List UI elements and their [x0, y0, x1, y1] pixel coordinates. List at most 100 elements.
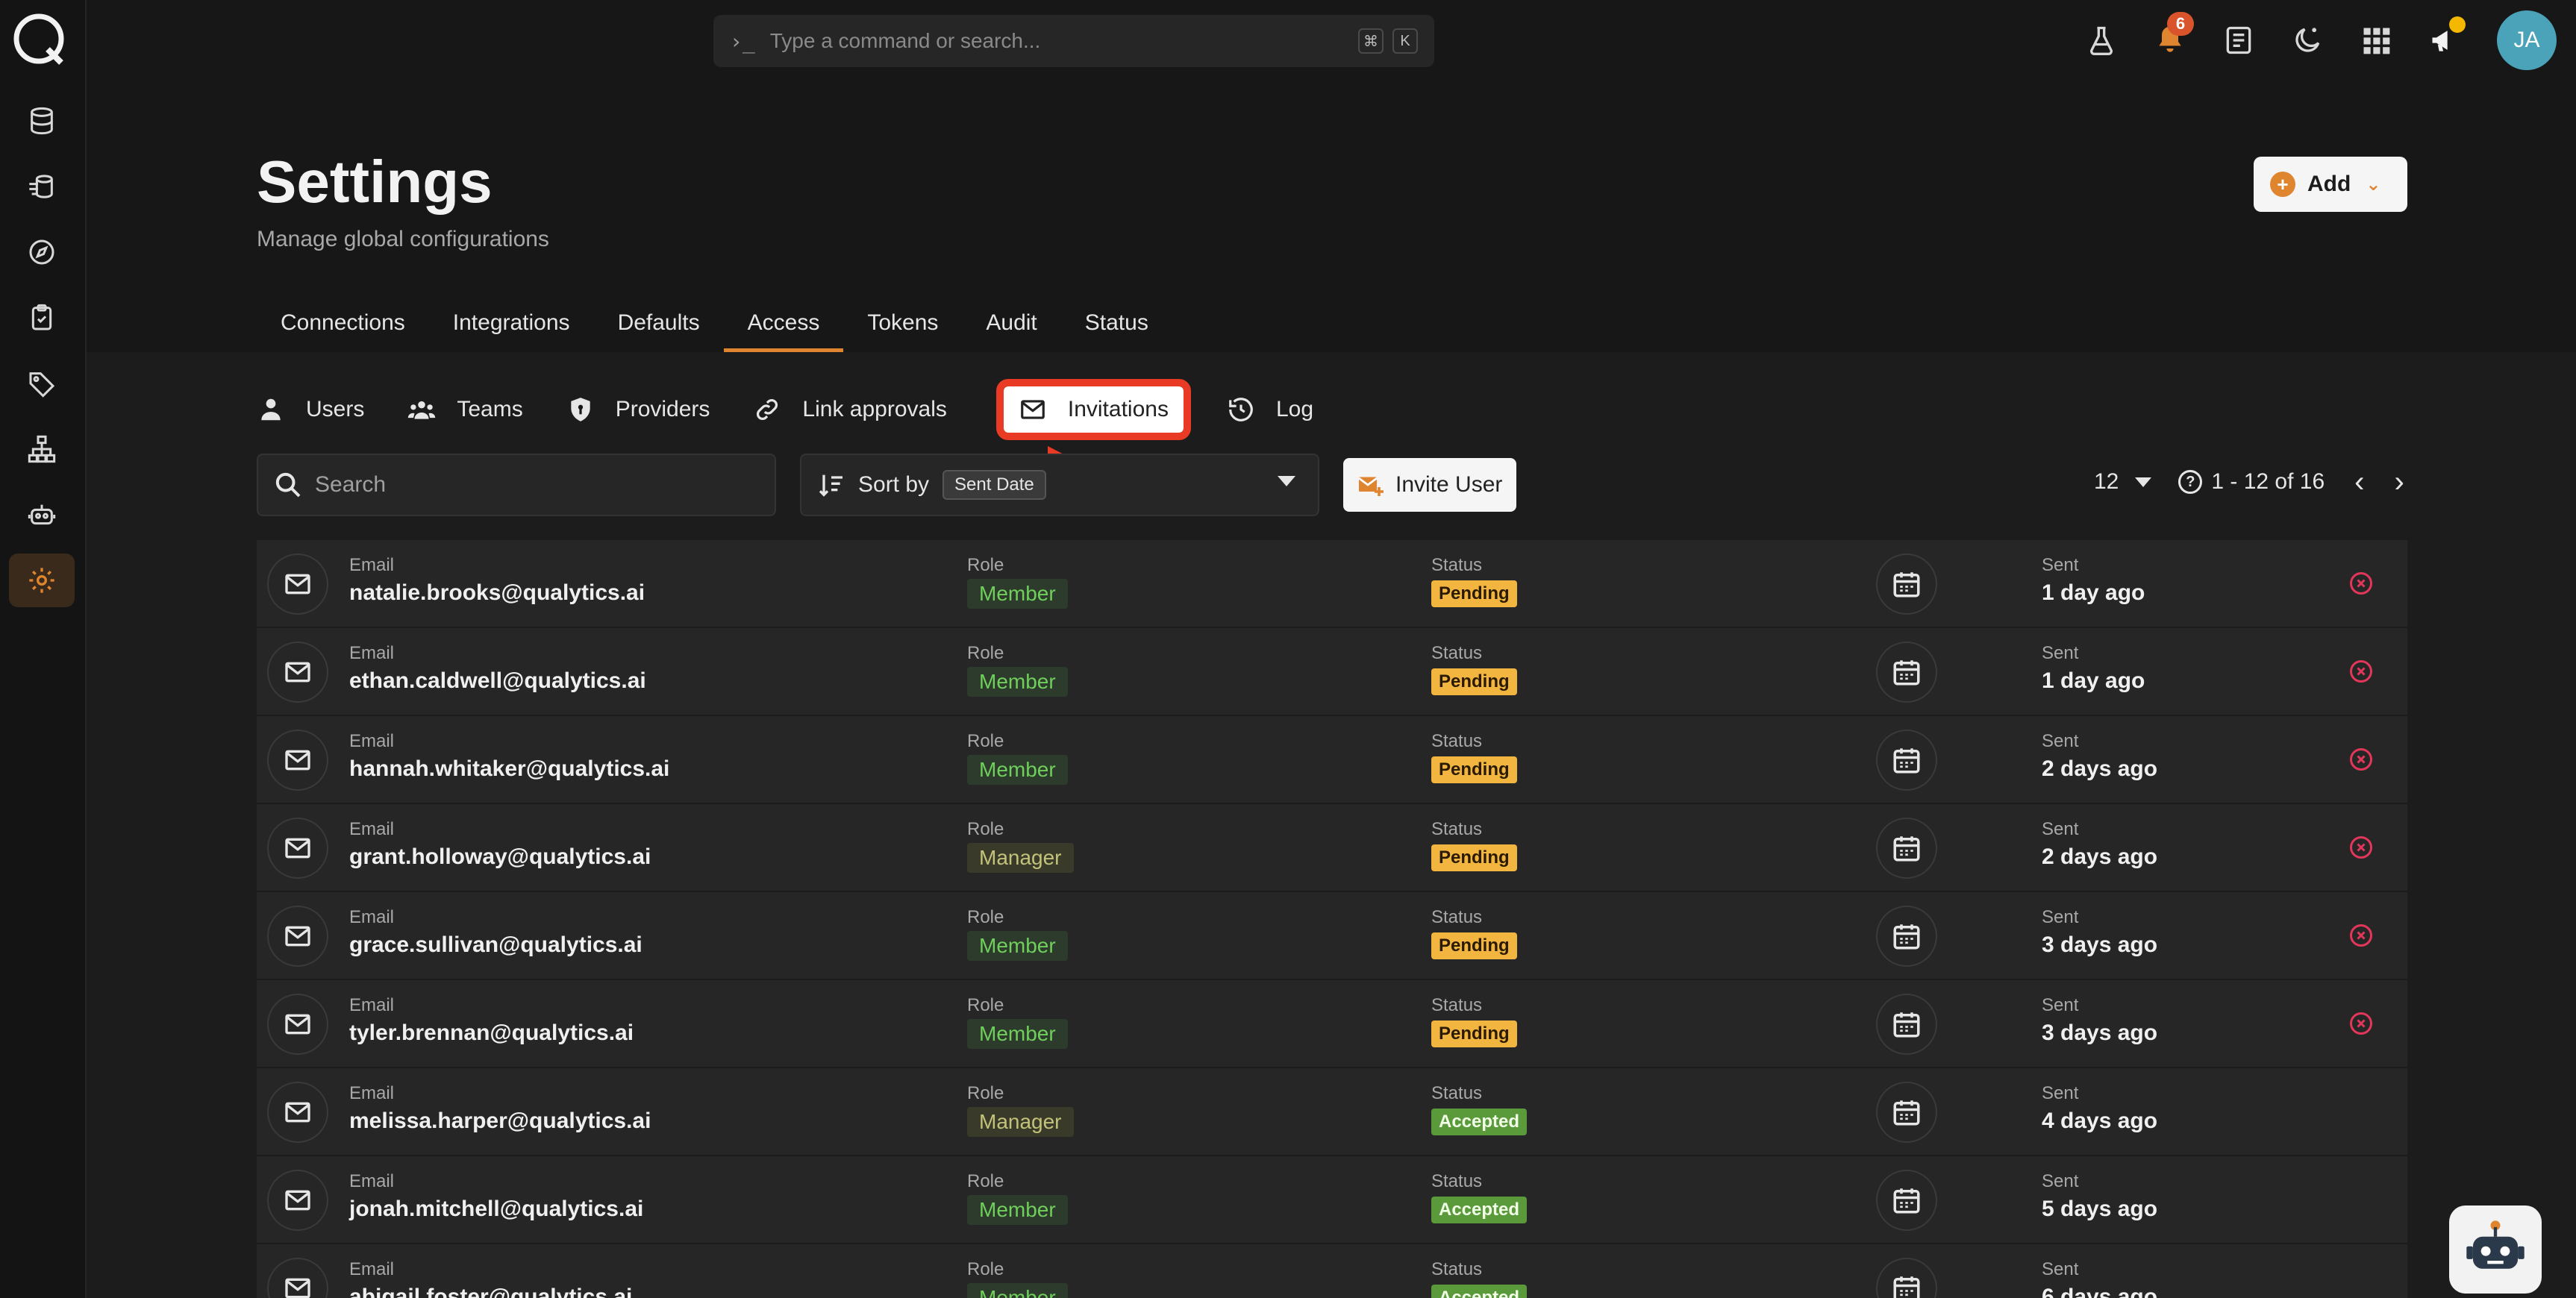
sort-select[interactable]: Sort by Sent Date	[800, 454, 1319, 516]
docs-icon[interactable]	[2216, 18, 2261, 63]
sent-value: 1 day ago	[2042, 580, 2145, 605]
status-label: Status	[1431, 731, 1483, 751]
access-subtabs: Users Teams Providers Link approvals Inv…	[257, 377, 1357, 442]
apps-grid-icon[interactable]	[2354, 18, 2398, 63]
cancel-invitation-icon[interactable]	[2348, 658, 2375, 685]
table-row[interactable]: Email melissa.harper@qualytics.ai Role M…	[257, 1068, 2407, 1156]
invite-user-button[interactable]: Invite User	[1343, 458, 1516, 512]
sent-value: 3 days ago	[2042, 932, 2158, 957]
role-label: Role	[967, 1083, 1004, 1103]
per-page-caret-icon[interactable]	[2135, 477, 2152, 487]
row-mail-icon	[267, 994, 328, 1055]
shield-key-icon	[571, 398, 590, 421]
tab-integrations[interactable]: Integrations	[429, 304, 594, 352]
role-badge: Manager	[967, 1107, 1074, 1137]
per-page-select[interactable]: 12	[2094, 469, 2119, 495]
robot-icon	[2466, 1220, 2525, 1269]
history-icon	[1229, 398, 1253, 421]
cancel-invitation-icon[interactable]	[2348, 922, 2375, 949]
table-row[interactable]: Email abigail.foster@qualytics.ai Role M…	[257, 1244, 2407, 1298]
datastores-icon[interactable]	[9, 94, 75, 148]
teams-icon	[408, 401, 436, 419]
sent-label: Sent	[2042, 1171, 2079, 1191]
help-icon[interactable]: ?	[2178, 470, 2203, 494]
main-content: Settings Manage global configurations + …	[87, 81, 2576, 1298]
cancel-invitation-icon[interactable]	[2348, 1010, 2375, 1037]
theme-moon-icon[interactable]	[2285, 18, 2330, 63]
tab-status[interactable]: Status	[1061, 304, 1172, 352]
qualytics-logo[interactable]	[12, 12, 67, 67]
flask-icon[interactable]	[2079, 18, 2124, 63]
table-row[interactable]: Email tyler.brennan@qualytics.ai Role Me…	[257, 980, 2407, 1068]
enrichment-icon[interactable]	[9, 160, 75, 213]
agent-robot-icon[interactable]	[9, 488, 75, 542]
tab-tokens[interactable]: Tokens	[843, 304, 962, 352]
table-row[interactable]: Email jonah.mitchell@qualytics.ai Role M…	[257, 1156, 2407, 1244]
sent-value: 5 days ago	[2042, 1197, 2158, 1221]
subtab-teams[interactable]: Teams	[407, 395, 523, 424]
explore-compass-icon[interactable]	[9, 225, 75, 279]
tab-audit[interactable]: Audit	[962, 304, 1060, 352]
role-badge: Member	[967, 755, 1068, 785]
role-label: Role	[967, 731, 1004, 751]
row-mail-icon	[267, 1170, 328, 1231]
notifications-bell-icon[interactable]: 6	[2148, 12, 2194, 63]
command-search-bar[interactable]: ›_ Type a command or search... ⌘ K	[713, 15, 1434, 67]
checks-clipboard-icon[interactable]	[9, 291, 75, 345]
status-label: Status	[1431, 1259, 1483, 1279]
subtab-providers-label: Providers	[615, 397, 710, 421]
row-mail-icon	[267, 642, 328, 703]
status-badge: Pending	[1431, 756, 1517, 783]
status-label: Status	[1431, 819, 1483, 839]
search-icon	[275, 472, 301, 498]
next-page-icon[interactable]: ›	[2394, 467, 2404, 497]
calendar-icon	[1876, 554, 1937, 615]
sent-label: Sent	[2042, 907, 2079, 927]
page-title: Settings	[257, 148, 493, 215]
subtab-users[interactable]: Users	[257, 395, 364, 424]
email-label: Email	[349, 1259, 395, 1279]
role-badge: Member	[967, 1283, 1068, 1298]
tags-icon[interactable]	[9, 357, 75, 410]
table-row[interactable]: Email ethan.caldwell@qualytics.ai Role M…	[257, 628, 2407, 716]
role-label: Role	[967, 819, 1004, 839]
subtab-invitations[interactable]: Invitations	[995, 379, 1191, 440]
tab-connections[interactable]: Connections	[257, 304, 429, 352]
email-label: Email	[349, 555, 395, 575]
status-badge: Pending	[1431, 844, 1517, 871]
tab-defaults[interactable]: Defaults	[594, 304, 724, 352]
status-label: Status	[1431, 1083, 1483, 1103]
status-badge: Accepted	[1431, 1109, 1528, 1135]
cancel-invitation-icon[interactable]	[2348, 570, 2375, 597]
topbar: ›_ Type a command or search... ⌘ K	[87, 0, 2576, 81]
email-value: melissa.harper@qualytics.ai	[349, 1109, 651, 1133]
table-row[interactable]: Email hannah.whitaker@qualytics.ai Role …	[257, 716, 2407, 804]
role-label: Role	[967, 1259, 1004, 1279]
chevron-down-icon: ⌄	[2366, 174, 2381, 195]
search-input[interactable]: Search	[257, 454, 776, 516]
user-avatar[interactable]: JA	[2497, 10, 2557, 70]
subtab-log[interactable]: Log	[1227, 395, 1313, 424]
settings-gear-icon[interactable]	[9, 554, 75, 607]
subtab-providers[interactable]: Providers	[566, 395, 710, 424]
calendar-icon	[1876, 906, 1937, 967]
assistant-bot-button[interactable]	[2449, 1205, 2542, 1294]
role-label: Role	[967, 643, 1004, 663]
subtab-link-approvals[interactable]: Link approvals	[753, 395, 947, 424]
email-label: Email	[349, 907, 395, 927]
sent-label: Sent	[2042, 1259, 2079, 1279]
table-row[interactable]: Email grace.sullivan@qualytics.ai Role M…	[257, 892, 2407, 980]
calendar-icon	[1876, 730, 1937, 791]
add-button[interactable]: + Add ⌄	[2254, 157, 2407, 212]
cancel-invitation-icon[interactable]	[2348, 746, 2375, 773]
row-mail-icon	[267, 1082, 328, 1143]
announcements-megaphone-icon[interactable]	[2422, 16, 2467, 63]
prev-page-icon[interactable]: ‹	[2354, 467, 2364, 497]
page-header: Settings Manage global configurations + …	[87, 81, 2576, 352]
settings-tabs: Connections Integrations Defaults Access…	[257, 304, 1172, 352]
table-row[interactable]: Email natalie.brooks@qualytics.ai Role M…	[257, 540, 2407, 628]
hierarchy-icon[interactable]	[9, 422, 75, 476]
table-row[interactable]: Email grant.holloway@qualytics.ai Role M…	[257, 804, 2407, 892]
cancel-invitation-icon[interactable]	[2348, 834, 2375, 861]
tab-access[interactable]: Access	[723, 304, 844, 352]
